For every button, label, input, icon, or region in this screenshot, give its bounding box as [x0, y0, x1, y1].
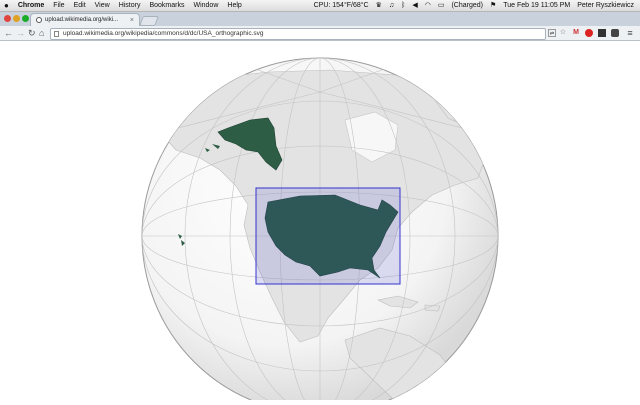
menu-view[interactable]: View	[95, 0, 110, 11]
new-tab-button[interactable]	[139, 16, 159, 26]
usa-inset-box	[255, 187, 401, 285]
url-text[interactable]: upload.wikimedia.org/wikipedia/commons/d…	[63, 29, 264, 39]
apple-menu-icon[interactable]: ●	[4, 0, 9, 11]
menu-app-name[interactable]: Chrome	[18, 0, 44, 11]
menu-icon[interactable]: ≡	[626, 29, 634, 38]
back-arrow-icon[interactable]: ←	[4, 27, 13, 39]
home-icon[interactable]: ⌂	[39, 27, 44, 39]
opera-extension-icon[interactable]	[585, 29, 593, 37]
trophy-icon[interactable]: ♛	[376, 0, 382, 11]
tab-usa-orthographic[interactable]: upload.wikimedia.org/wiki... ×	[30, 13, 140, 27]
translate-extension-icon[interactable]: ⇄	[548, 29, 556, 37]
usa-orthographic-map	[141, 57, 499, 405]
wikimedia-favicon-icon	[36, 17, 42, 23]
menu-history[interactable]: History	[119, 0, 141, 11]
zoom-window-button[interactable]	[22, 15, 29, 22]
bluetooth-icon[interactable]: ᛒ	[401, 0, 405, 11]
menu-bookmarks[interactable]: Bookmarks	[149, 0, 184, 11]
battery-status[interactable]: (Charged)	[451, 0, 483, 11]
gmail-extension-icon[interactable]: M	[572, 29, 580, 37]
headphones-icon[interactable]: ♫	[389, 0, 394, 11]
battery-icon[interactable]: ▭	[438, 0, 445, 11]
address-bar[interactable]: upload.wikimedia.org/wikipedia/commons/d…	[50, 28, 546, 40]
browser-toolbar: ← → ↻ ⌂ upload.wikimedia.org/wikipedia/c…	[0, 26, 640, 41]
volume-icon[interactable]: ◀	[412, 0, 417, 11]
menu-help[interactable]: Help	[227, 0, 241, 11]
apps-extension-icon[interactable]	[611, 29, 619, 37]
menu-edit[interactable]: Edit	[74, 0, 86, 11]
mac-menubar: ● Chrome File Edit View History Bookmark…	[0, 0, 640, 12]
forward-arrow-icon[interactable]: →	[16, 27, 25, 39]
flag-icon[interactable]: ⚑	[490, 0, 496, 11]
minimize-window-button[interactable]	[13, 15, 20, 22]
reload-icon[interactable]: ↻	[28, 27, 36, 39]
menu-window[interactable]: Window	[193, 0, 218, 11]
close-window-button[interactable]	[4, 15, 11, 22]
bookmark-star-icon[interactable]: ☆	[559, 29, 567, 37]
menu-file[interactable]: File	[53, 0, 64, 11]
grid-extension-icon[interactable]	[598, 29, 606, 37]
tab-strip: upload.wikimedia.org/wiki... ×	[0, 12, 640, 27]
user-name[interactable]: Peter Ryszkiewicz	[577, 0, 634, 11]
clock[interactable]: Tue Feb 19 11:05 PM	[503, 0, 570, 11]
cpu-status[interactable]: CPU: 154°F/68°C	[314, 0, 369, 11]
page-icon	[54, 31, 59, 37]
page-content	[0, 41, 640, 405]
wifi-icon[interactable]: ◠	[425, 0, 431, 11]
